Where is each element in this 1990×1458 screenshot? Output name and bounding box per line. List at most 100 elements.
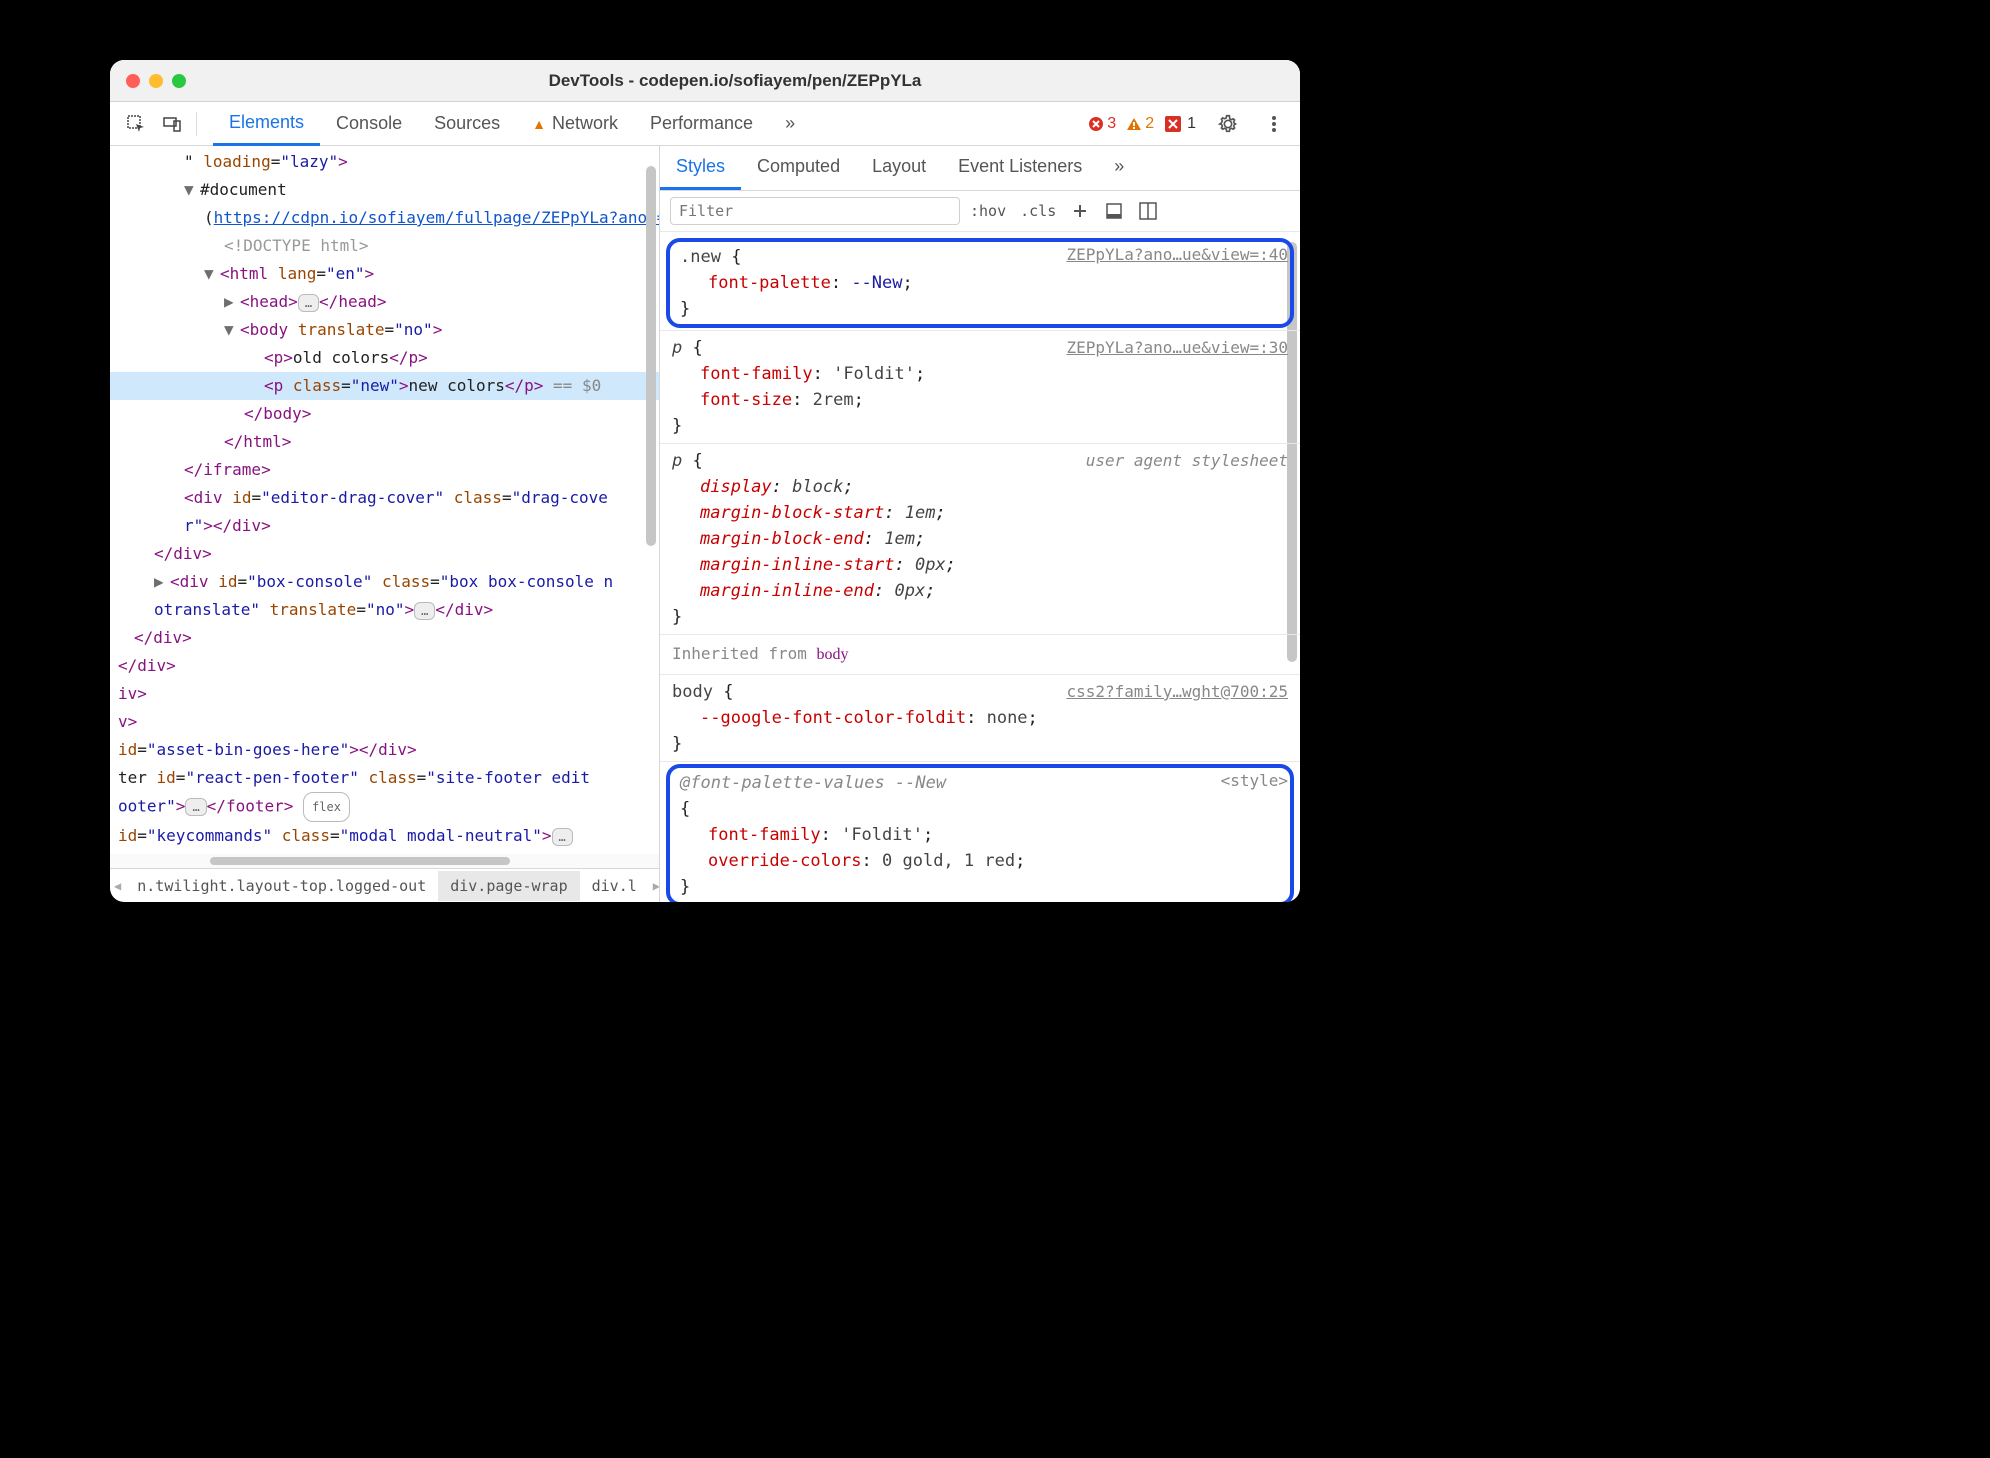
gear-icon[interactable] bbox=[1216, 112, 1240, 136]
dom-row[interactable]: <p>old colors</p> bbox=[110, 344, 659, 372]
dom-row[interactable]: <!DOCTYPE html> bbox=[110, 232, 659, 260]
inspect-icon[interactable] bbox=[124, 112, 148, 136]
crumb-item[interactable]: div.l bbox=[580, 871, 649, 901]
tab-sources[interactable]: Sources bbox=[418, 102, 516, 146]
dom-row[interactable]: otranslate" translate="no">…</div> bbox=[110, 596, 659, 624]
computed-view-icon[interactable] bbox=[1138, 201, 1158, 221]
ellipsis-icon[interactable]: … bbox=[414, 602, 435, 620]
highlight-box: ZEPpYLa?ano…ue&view=:40 .new { font-pale… bbox=[666, 238, 1294, 328]
styles-body[interactable]: ZEPpYLa?ano…ue&view=:40 .new { font-pale… bbox=[660, 232, 1300, 902]
dom-row[interactable]: </body> bbox=[110, 400, 659, 428]
tab-elements[interactable]: Elements bbox=[213, 102, 320, 146]
new-rule-icon[interactable] bbox=[1070, 201, 1090, 221]
dom-row[interactable]: (https://cdpn.io/sofiayem/fullpage/ZEPpY… bbox=[110, 204, 659, 232]
ellipsis-icon[interactable]: … bbox=[552, 828, 573, 846]
filter-input[interactable] bbox=[670, 197, 960, 225]
dom-row[interactable]: ter id="react-pen-footer" class="site-fo… bbox=[110, 764, 659, 792]
dom-row[interactable]: </html> bbox=[110, 428, 659, 456]
warning-icon: ▲ bbox=[532, 116, 546, 132]
breadcrumb: ◀ n.twilight.layout-top.logged-out div.p… bbox=[110, 868, 659, 902]
filter-bar: :hov .cls bbox=[660, 191, 1300, 232]
tab-performance[interactable]: Performance bbox=[634, 102, 769, 146]
ellipsis-icon[interactable]: … bbox=[185, 798, 206, 816]
dom-row[interactable]: </div> bbox=[110, 652, 659, 680]
style-rule[interactable]: <style> @font-palette-values --New { fon… bbox=[660, 764, 1300, 902]
subtab-computed[interactable]: Computed bbox=[741, 146, 856, 190]
hov-toggle[interactable]: :hov bbox=[970, 202, 1006, 220]
subtab-layout[interactable]: Layout bbox=[856, 146, 942, 190]
dom-row[interactable]: ▼<html lang="en"> bbox=[110, 260, 659, 288]
divider bbox=[196, 112, 197, 136]
tab-label: Performance bbox=[650, 113, 753, 134]
inherited-header: Inherited from body bbox=[660, 635, 1300, 675]
style-rule[interactable]: css2?family…wght@700:25 body { --google-… bbox=[660, 675, 1300, 762]
dom-row[interactable]: </iframe> bbox=[110, 456, 659, 484]
dom-row[interactable]: ooter">…</footer> flex bbox=[110, 792, 659, 822]
dom-row[interactable]: v> bbox=[110, 708, 659, 736]
dom-row[interactable]: " loading="lazy"> bbox=[110, 148, 659, 176]
warnings-badge[interactable]: 2 bbox=[1126, 115, 1154, 133]
dom-row[interactable]: r"></div> bbox=[110, 512, 659, 540]
cls-toggle[interactable]: .cls bbox=[1020, 202, 1056, 220]
tab-console[interactable]: Console bbox=[320, 102, 418, 146]
devtools-window: DevTools - codepen.io/sofiayem/pen/ZEPpY… bbox=[110, 60, 1300, 902]
dom-row[interactable]: id="keycommands" class="modal modal-neut… bbox=[110, 822, 659, 850]
dom-row[interactable]: iv> bbox=[110, 680, 659, 708]
maximize-icon[interactable] bbox=[172, 74, 186, 88]
main-tabs: Elements Console Sources ▲ Network Perfor… bbox=[213, 102, 811, 146]
info-badge[interactable]: 1 bbox=[1164, 115, 1196, 133]
close-icon[interactable] bbox=[126, 74, 140, 88]
dom-row[interactable]: ▼<body translate="no"> bbox=[110, 316, 659, 344]
crumb-prev-icon[interactable]: ◀ bbox=[110, 879, 125, 893]
toolbar-right: 3 2 1 bbox=[1088, 112, 1292, 136]
highlight-box: <style> @font-palette-values --New { fon… bbox=[666, 764, 1294, 902]
style-rule[interactable]: ZEPpYLa?ano…ue&view=:30 p { font-family:… bbox=[660, 331, 1300, 444]
device-icon[interactable] bbox=[160, 112, 184, 136]
tab-label: Network bbox=[552, 113, 618, 134]
subtab-styles[interactable]: Styles bbox=[660, 146, 741, 190]
rule-source-link[interactable]: ZEPpYLa?ano…ue&view=:40 bbox=[1066, 242, 1288, 268]
rule-source-link[interactable]: ZEPpYLa?ano…ue&view=:30 bbox=[1066, 335, 1288, 361]
dom-row[interactable]: ▶<head>…</head> bbox=[110, 288, 659, 316]
dom-row[interactable]: </div> bbox=[110, 624, 659, 652]
minimize-icon[interactable] bbox=[149, 74, 163, 88]
count: 1 bbox=[1187, 115, 1196, 133]
dom-tree[interactable]: " loading="lazy"> ▼#document (https://cd… bbox=[110, 146, 659, 854]
ellipsis-icon[interactable]: … bbox=[298, 294, 319, 312]
scrollbar-horizontal[interactable] bbox=[110, 854, 659, 868]
tab-label: Sources bbox=[434, 113, 500, 134]
dom-row-selected[interactable]: <p class="new">new colors</p> == $0 bbox=[110, 372, 659, 400]
flex-badge[interactable]: flex bbox=[303, 792, 350, 822]
tab-more[interactable]: » bbox=[769, 102, 811, 146]
elements-panel: " loading="lazy"> ▼#document (https://cd… bbox=[110, 146, 660, 902]
crumb-item[interactable]: n.twilight.layout-top.logged-out bbox=[125, 871, 438, 901]
crumb-item[interactable]: div.page-wrap bbox=[438, 871, 579, 901]
styles-subtabs: Styles Computed Layout Event Listeners » bbox=[660, 146, 1300, 191]
dom-row[interactable]: ▶<div id="box-console" class="box box-co… bbox=[110, 568, 659, 596]
style-rule[interactable]: ZEPpYLa?ano…ue&view=:40 .new { font-pale… bbox=[660, 238, 1300, 331]
rule-source: user agent stylesheet bbox=[1086, 448, 1288, 474]
tab-label: Elements bbox=[229, 112, 304, 133]
scrollbar-vertical[interactable] bbox=[646, 166, 656, 546]
window-title: DevTools - codepen.io/sofiayem/pen/ZEPpY… bbox=[186, 71, 1284, 91]
kebab-icon[interactable] bbox=[1262, 112, 1286, 136]
count: 2 bbox=[1145, 115, 1154, 133]
count: 3 bbox=[1107, 115, 1116, 133]
titlebar: DevTools - codepen.io/sofiayem/pen/ZEPpY… bbox=[110, 60, 1300, 102]
subtab-more[interactable]: » bbox=[1098, 146, 1140, 190]
dom-row[interactable]: <div id="editor-drag-cover" class="drag-… bbox=[110, 484, 659, 512]
style-rule[interactable]: user agent stylesheet p { display: block… bbox=[660, 444, 1300, 635]
dom-row[interactable]: id="asset-bin-goes-here"></div> bbox=[110, 736, 659, 764]
errors-badge[interactable]: 3 bbox=[1088, 115, 1116, 133]
styles-panel: Styles Computed Layout Event Listeners »… bbox=[660, 146, 1300, 902]
copy-icon[interactable] bbox=[1104, 201, 1124, 221]
rule-source-link[interactable]: css2?family…wght@700:25 bbox=[1066, 679, 1288, 705]
subtab-event-listeners[interactable]: Event Listeners bbox=[942, 146, 1098, 190]
dom-row[interactable]: ▼#document bbox=[110, 176, 659, 204]
main-toolbar: Elements Console Sources ▲ Network Perfor… bbox=[110, 102, 1300, 146]
dom-row[interactable]: </div> bbox=[110, 540, 659, 568]
crumb-next-icon[interactable]: ▶ bbox=[649, 879, 659, 893]
more-icon: » bbox=[785, 113, 795, 134]
tab-label: Console bbox=[336, 113, 402, 134]
tab-network[interactable]: ▲ Network bbox=[516, 102, 634, 146]
